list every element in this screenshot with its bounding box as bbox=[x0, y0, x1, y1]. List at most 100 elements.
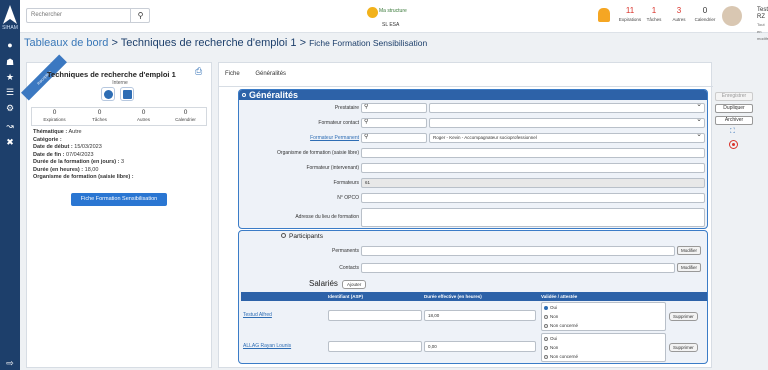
formateur-permanent-select[interactable]: Roger - Kevin - Accompagnateur socioprof… bbox=[429, 133, 705, 143]
identifiant-input[interactable] bbox=[328, 341, 422, 352]
stat-value: 0 bbox=[183, 109, 188, 116]
counter-label: Autres bbox=[672, 17, 686, 22]
prestataire-select[interactable] bbox=[429, 103, 705, 113]
prestataire-search[interactable]: ⚲ bbox=[361, 103, 427, 113]
tab-generalites[interactable]: Généralités bbox=[255, 71, 286, 77]
ajouter-button[interactable]: Ajouter bbox=[342, 280, 367, 289]
archive-button[interactable]: Archiver bbox=[715, 116, 753, 125]
info-value: Autre bbox=[68, 129, 82, 135]
counter-value: 1 bbox=[651, 6, 657, 15]
counter-calendrier[interactable]: 0 Calendrier bbox=[691, 6, 719, 23]
organisme-label: Organisme de formation (saisie libre) bbox=[277, 150, 359, 156]
avatar[interactable] bbox=[722, 6, 742, 26]
print-icon[interactable]: ⎙ bbox=[195, 66, 202, 77]
contacts-field[interactable] bbox=[361, 263, 675, 273]
column-header: Validée / attestée bbox=[541, 294, 578, 299]
duree-input[interactable]: 18,00 bbox=[424, 310, 536, 321]
table-row: ALLAG Rayan Lounis 0,00 Oui Non Non conc… bbox=[241, 333, 707, 363]
generalites-header[interactable]: Généralités bbox=[239, 90, 707, 100]
duree-input[interactable]: 0,00 bbox=[424, 341, 536, 352]
opco-label: N° OPCO bbox=[337, 195, 359, 201]
modifier-contacts-button[interactable]: Modifier bbox=[677, 263, 702, 272]
settings-icon[interactable]: ⚙ bbox=[5, 103, 15, 113]
column-header: Identifiant (ASP) bbox=[328, 294, 363, 299]
formateurs-label: Formateurs bbox=[333, 180, 359, 186]
supprimer-button[interactable]: Supprimer bbox=[669, 343, 698, 352]
opco-input[interactable] bbox=[361, 193, 705, 203]
prestataire-label: Prestataire bbox=[334, 105, 359, 111]
radio-oui[interactable]: Oui bbox=[542, 303, 665, 312]
bell-icon[interactable] bbox=[598, 8, 610, 22]
save-button[interactable]: Enregistrer bbox=[715, 92, 753, 101]
sidebar: SIHAM ● ☗ ★ ☰ ⚙ ↝ ✖ ⇨ bbox=[0, 0, 20, 370]
formateur-contact-select[interactable] bbox=[429, 118, 705, 128]
breadcrumb-root[interactable]: Tableaux de bord bbox=[24, 37, 108, 49]
stat-value: 0 bbox=[97, 109, 102, 116]
radio-oui[interactable]: Oui bbox=[542, 334, 665, 343]
stat-label: Tâches bbox=[92, 117, 107, 122]
collapse-icon[interactable] bbox=[281, 233, 286, 238]
modifier-permanents-button[interactable]: Modifier bbox=[677, 246, 702, 255]
stat-value: 0 bbox=[52, 109, 57, 116]
training-type: Interne bbox=[112, 80, 128, 86]
home-icon[interactable]: ● bbox=[5, 40, 15, 50]
organisme-input[interactable] bbox=[361, 148, 705, 158]
adresse-textarea[interactable] bbox=[361, 208, 705, 227]
breadcrumb-level2[interactable]: Techniques de recherche d'emploi 1 bbox=[121, 37, 297, 49]
search-icon: ⚲ bbox=[364, 134, 369, 140]
supprimer-button[interactable]: Supprimer bbox=[669, 312, 698, 321]
radio-label: Non bbox=[550, 314, 559, 319]
chart-icon[interactable]: ↝ bbox=[5, 121, 15, 131]
participants-header[interactable]: Participants bbox=[281, 233, 323, 240]
formateur-intervenant-input[interactable] bbox=[361, 163, 705, 173]
radio-label: Non concerné bbox=[550, 323, 579, 328]
tab-fiche[interactable]: Fiche bbox=[225, 71, 240, 77]
counter-autres[interactable]: 3 Autres bbox=[665, 6, 693, 23]
formateur-permanent-search[interactable]: ⚲ bbox=[361, 133, 427, 143]
user-role: Tout en modifs bbox=[757, 22, 768, 41]
permanents-field[interactable] bbox=[361, 246, 675, 256]
counter-label: Calendrier bbox=[694, 17, 716, 22]
info-label: Date de début : bbox=[33, 144, 73, 150]
info-label: Date de fin : bbox=[33, 151, 65, 158]
structure-selector[interactable]: Ma structure SL ESA bbox=[365, 3, 425, 31]
user-menu[interactable]: Test RZ Tout en modifs bbox=[757, 7, 768, 42]
info-label: Catégorie : bbox=[33, 136, 62, 143]
radio-non[interactable]: Non bbox=[542, 343, 665, 352]
radio-non[interactable]: Non bbox=[542, 312, 665, 321]
radio-label: Oui bbox=[550, 336, 558, 341]
dashboard-icon[interactable]: ☗ bbox=[5, 57, 15, 67]
info-label: Thématique : bbox=[33, 129, 68, 135]
tools-icon[interactable]: ✖ bbox=[5, 137, 15, 147]
formateur-contact-search[interactable]: ⚲ bbox=[361, 118, 427, 128]
generalites-title: Généralités bbox=[249, 90, 299, 100]
fiche-formation-button[interactable]: Fiche Formation Sensibilisation bbox=[71, 193, 167, 206]
record-icon[interactable] bbox=[729, 140, 738, 149]
duplicate-button[interactable]: Dupliquer bbox=[715, 104, 753, 113]
info-value: 18,00 bbox=[84, 166, 99, 173]
salarie-name-link[interactable]: ALLAG Rayan Lounis bbox=[243, 343, 291, 349]
sliders-icon[interactable]: ☰ bbox=[5, 87, 15, 97]
collapse-icon[interactable] bbox=[242, 93, 246, 97]
logout-icon[interactable]: ⇨ bbox=[5, 358, 15, 368]
formateur-contact-label: Formateur contact bbox=[318, 120, 359, 126]
formateur-permanent-link[interactable]: Formateur Permanent bbox=[310, 133, 359, 143]
chat-icon[interactable] bbox=[101, 87, 115, 101]
radio-non-concerne[interactable]: Non concerné bbox=[542, 352, 665, 361]
counter-taches[interactable]: 1 Tâches bbox=[640, 6, 668, 23]
star-icon[interactable]: ★ bbox=[5, 72, 15, 82]
salarie-name-link[interactable]: Testud Alfred bbox=[243, 312, 272, 318]
table-row: Testud Alfred 18,00 Oui Non Non concerné… bbox=[241, 302, 707, 332]
radio-non-concerne[interactable]: Non concerné bbox=[542, 321, 665, 330]
search-icon[interactable]: ⚲ bbox=[130, 8, 150, 23]
training-stats: 0 Expirations 0 Tâches 0 Autres 0 Calendrier bbox=[31, 107, 207, 126]
identifiant-input[interactable] bbox=[328, 310, 422, 321]
tab-divider bbox=[219, 86, 713, 87]
adresse-label: Adresse du lieu de formation bbox=[295, 214, 359, 220]
mail-icon[interactable] bbox=[120, 87, 134, 101]
training-summary-panel: Inscription Techniques de recherche d'em… bbox=[21, 54, 212, 368]
info-value: 15/03/2023 bbox=[74, 144, 102, 150]
stat-label: Calendrier bbox=[175, 117, 196, 122]
validation-radio-group: Oui Non Non concerné bbox=[541, 302, 666, 331]
fullscreen-icon[interactable]: ⛶ bbox=[730, 128, 735, 136]
